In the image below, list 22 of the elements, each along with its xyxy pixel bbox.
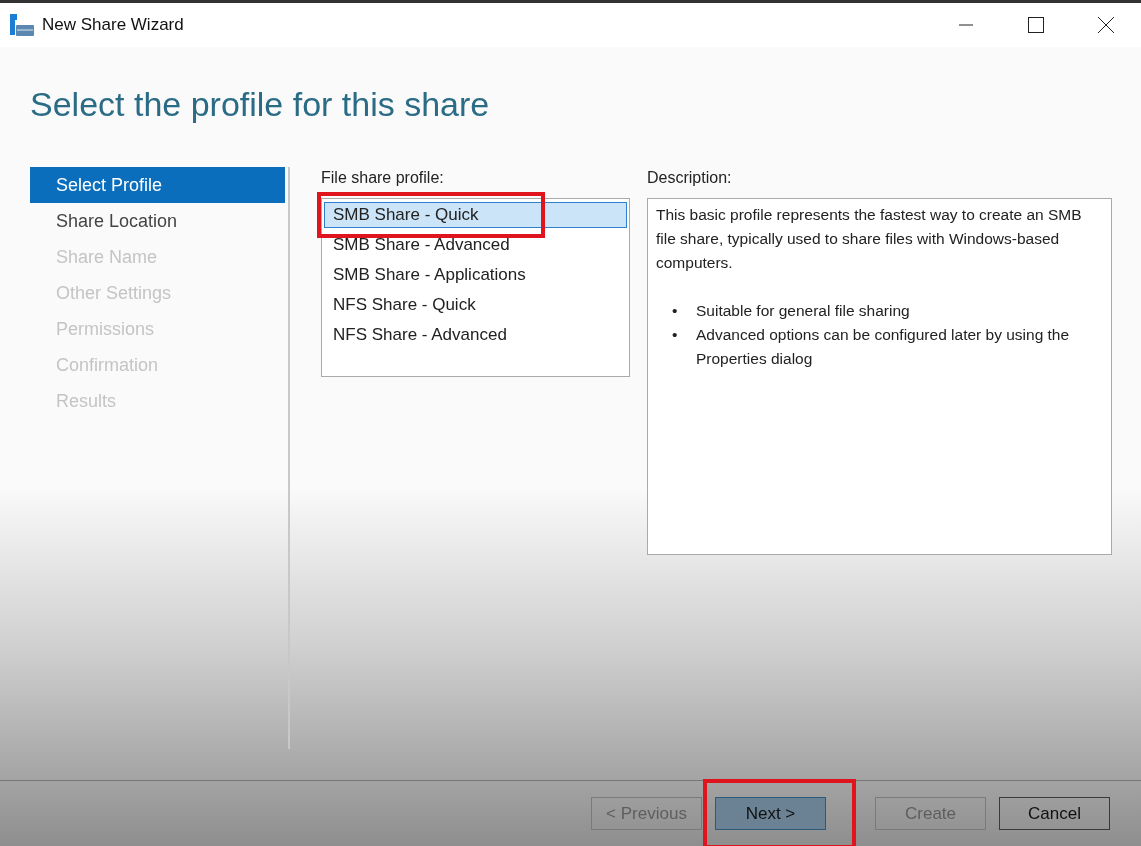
profile-item[interactable]: SMB Share - Advanced <box>324 232 627 258</box>
description-text: This basic profile represents the fastest way to create an SMB file share, typically used to share files with Windows-based computers. <box>656 205 1083 273</box>
description-label: Description: <box>647 169 733 188</box>
maximize-icon <box>1028 17 1044 33</box>
share-folder-icon <box>10 14 34 36</box>
wizard-button[interactable]: Cancel <box>999 797 1110 830</box>
minimize-icon <box>959 24 973 26</box>
profile-list-label: File share profile: <box>321 169 445 188</box>
profile-item[interactable]: SMB Share - Applications <box>324 262 627 288</box>
bullet-marker: • <box>672 301 679 321</box>
description-bullet: Suitable for general file sharing <box>696 301 911 321</box>
window-title: New Share Wizard <box>42 15 185 35</box>
page-heading: Select the profile for this share <box>30 85 491 125</box>
description-bullet: Advanced options can be configured later by using the Properties dialog <box>696 325 1071 369</box>
close-icon <box>1098 17 1114 33</box>
profile-item[interactable]: NFS Share - Quick <box>324 292 627 318</box>
profile-item[interactable]: NFS Share - Advanced <box>324 322 627 348</box>
wizard-button[interactable]: Next > <box>715 797 826 830</box>
bullet-marker: • <box>672 325 679 345</box>
profile-item[interactable]: SMB Share - Quick <box>324 202 627 228</box>
wizard-step[interactable]: Share Location <box>30 203 285 239</box>
wizard-step[interactable]: Select Profile <box>30 167 285 203</box>
